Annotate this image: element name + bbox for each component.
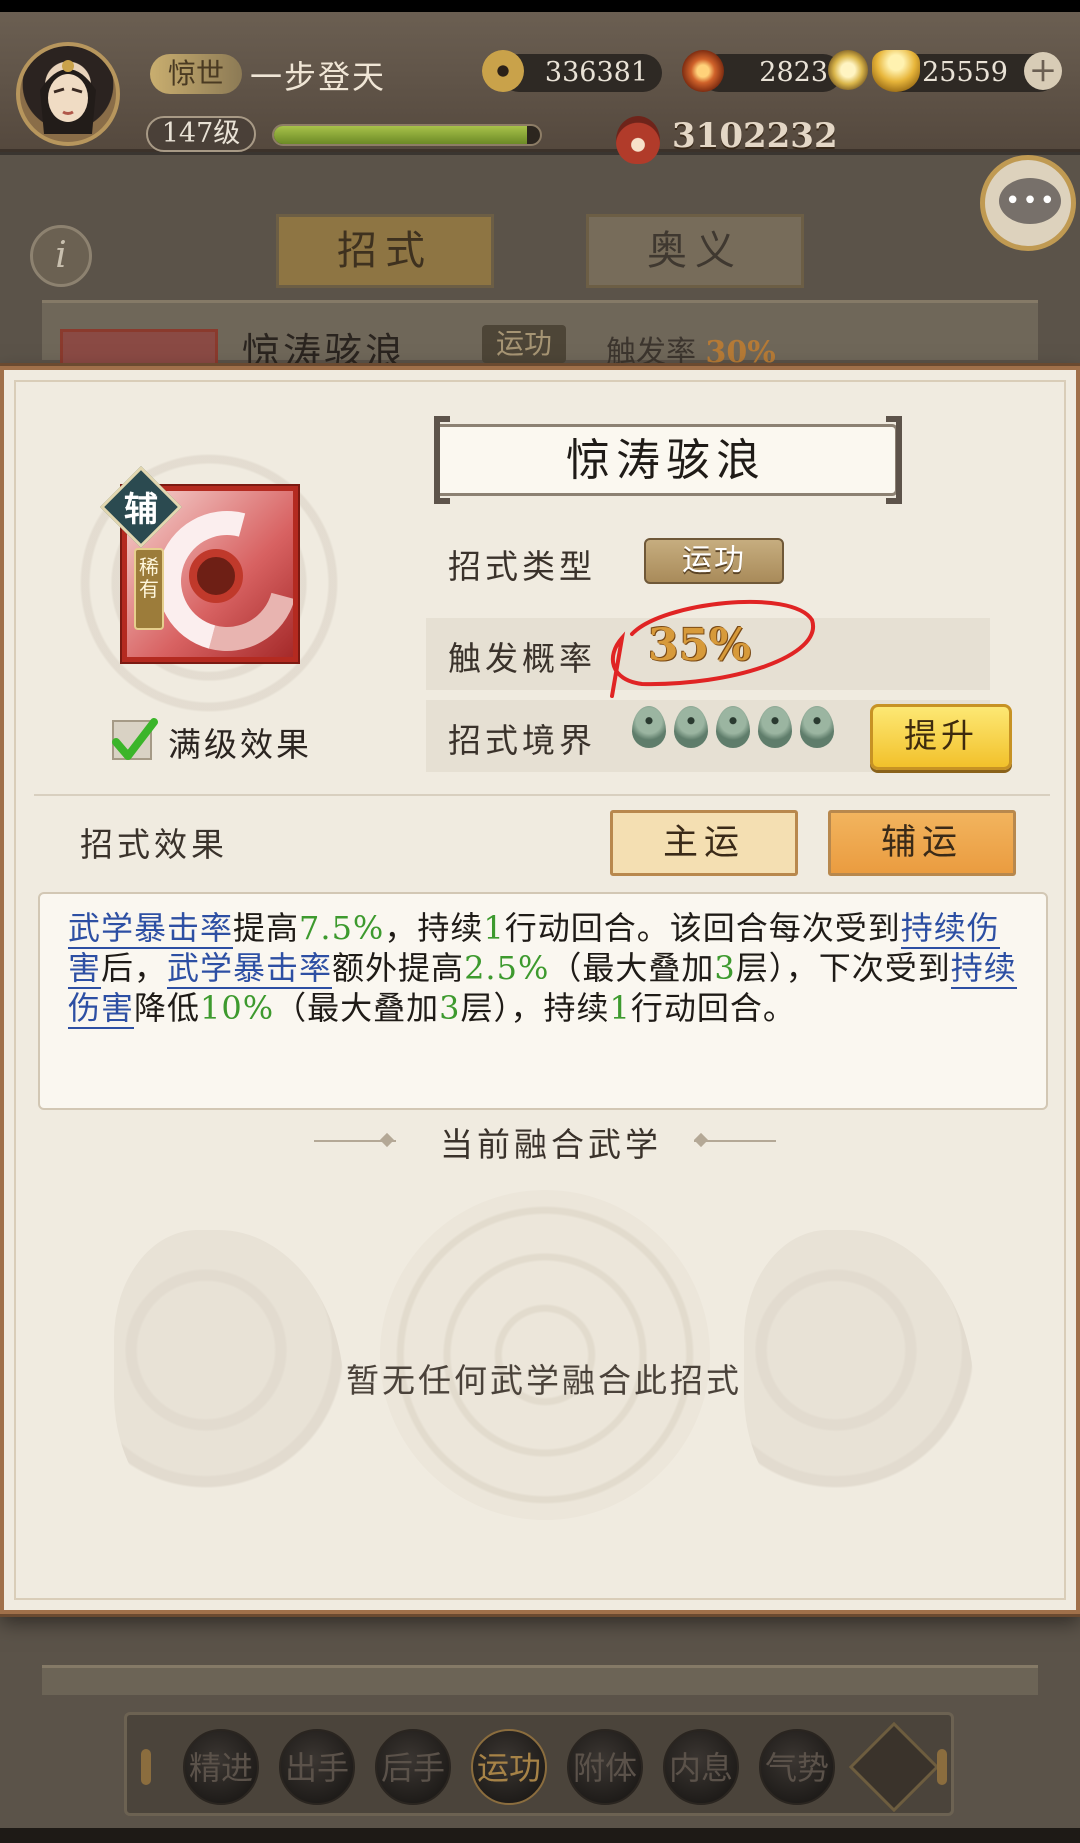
divider (34, 794, 1050, 796)
player-level: 147级 (146, 116, 256, 152)
player-name: 一步登天 (250, 58, 387, 96)
currency-copper[interactable]: 336381 (500, 54, 662, 92)
max-effect-label[interactable]: 满级效果 (168, 718, 312, 766)
nav-qi-circulation[interactable]: 运功 (471, 1729, 547, 1805)
skill-thumbnail (60, 329, 218, 369)
silver-stack-icon (828, 50, 868, 90)
max-effect-checkbox[interactable] (112, 718, 158, 760)
gold-ingot-icon (872, 50, 920, 92)
rarity-tag: 稀有 (134, 548, 164, 630)
footer-strip (0, 1828, 1080, 1843)
background-skill-row[interactable]: 惊涛骇浪 运功 触发率 30% (42, 300, 1038, 374)
realm-level-indicator (632, 706, 842, 752)
keyword-link[interactable]: 武学暴击率 (68, 909, 234, 949)
portrait-icon (40, 60, 96, 134)
tab-auxiliary-circulation[interactable]: 辅运 (828, 810, 1016, 876)
nav-possession[interactable]: 附体 (567, 1729, 643, 1805)
currency-copper-value: 336381 (544, 57, 648, 88)
nav-first-strike[interactable]: 出手 (279, 1729, 355, 1805)
player-title-badge: 惊世 (150, 54, 243, 94)
nav-momentum[interactable]: 气势 (759, 1729, 835, 1805)
type-label: 招式类型 (448, 547, 596, 586)
player-avatar[interactable] (16, 42, 120, 146)
realm-drop-icon (632, 706, 666, 748)
realm-drop-icon (800, 706, 834, 748)
top-bar: 惊世 一步登天 147级 336381 2823 25559 + 3102232 (0, 12, 1080, 164)
combat-power-icon (616, 116, 660, 164)
tab-secrets[interactable]: 奥义 (586, 214, 804, 288)
bracket-right (886, 416, 902, 504)
realm-label: 招式境界 (448, 721, 596, 760)
currency-gold-value: 25559 (922, 57, 1008, 88)
chat-button[interactable]: ••• (980, 155, 1076, 251)
background-skill-row-2 (42, 1665, 1038, 1695)
nav-refine[interactable]: 精进 (183, 1729, 259, 1805)
copper-coin-icon (482, 50, 524, 92)
experience-fill (274, 126, 527, 144)
skill-name-plate: 惊涛骇浪 (434, 424, 898, 496)
type-badge: 运功 (644, 538, 784, 584)
currency-flame-value: 2823 (759, 57, 828, 88)
fusion-empty-message: 暂无任何武学融合此招式 (346, 1361, 742, 1400)
realm-drop-icon (758, 706, 792, 748)
flame-gem-icon (682, 50, 724, 92)
annotation-circle (610, 599, 816, 698)
bracket-left (434, 416, 450, 504)
realm-drop-icon (716, 706, 750, 748)
auxiliary-badge-label: 辅 (124, 490, 158, 530)
nav-inner-breath[interactable]: 内息 (663, 1729, 739, 1805)
background-skill-rate: 触发率 30% (606, 327, 776, 371)
background-rate-label: 触发率 (606, 335, 696, 370)
upgrade-button[interactable]: 提升 (870, 704, 1012, 770)
effect-title: 招式效果 (80, 825, 228, 864)
check-icon (112, 718, 158, 760)
tab-moves[interactable]: 招式 (276, 214, 494, 288)
realm-drop-icon (674, 706, 708, 748)
add-currency-icon[interactable]: + (1024, 52, 1062, 90)
fusion-title: 当前融合武学 (440, 1125, 662, 1164)
combat-power-value: 3102232 (672, 116, 838, 156)
bottom-nav-bar: 精进 出手 后手 运功 附体 内息 气势 (124, 1712, 954, 1816)
rate-label: 触发概率 (448, 639, 596, 678)
background-skill-type: 运功 (482, 325, 567, 363)
tab-main-circulation[interactable]: 主运 (610, 810, 798, 876)
skill-detail-dialog: 辅 稀有 满级效果 惊涛骇浪 招式类型 运功 触发概率 35% 招式境界 提升 … (0, 366, 1080, 1614)
effect-description: 武学暴击率提高7.5%，持续1行动回合。该回合每次受到持续伤害后，武学暴击率额外… (38, 892, 1048, 1110)
experience-bar (272, 124, 542, 146)
system-status-bar (0, 0, 1080, 12)
info-button[interactable]: i (30, 225, 92, 287)
nav-counter[interactable]: 后手 (375, 1729, 451, 1805)
keyword-link[interactable]: 武学暴击率 (167, 949, 333, 989)
background-rate-value: 30% (705, 335, 776, 370)
collapse-up-icon[interactable] (848, 1721, 940, 1813)
